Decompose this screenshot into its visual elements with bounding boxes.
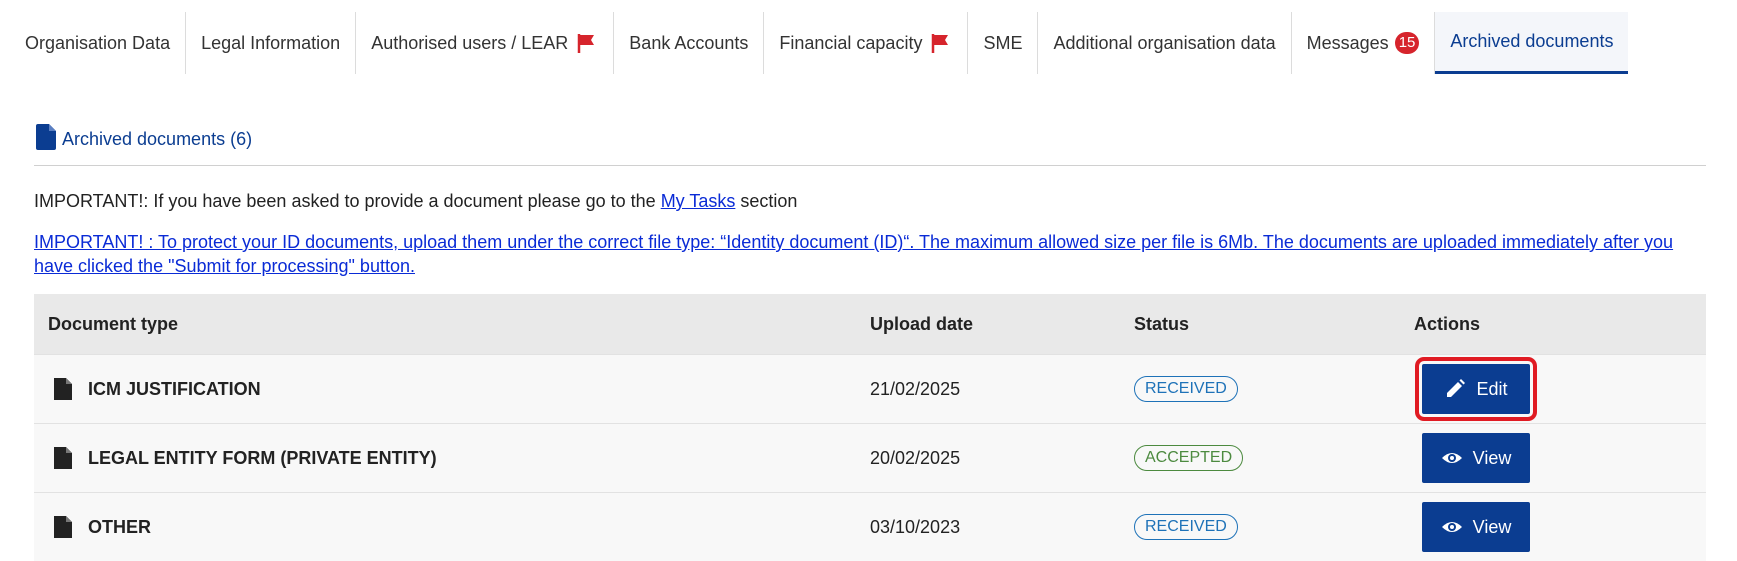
- section-title: Archived documents (6): [36, 124, 252, 150]
- tab-label: SME: [983, 32, 1023, 53]
- note-text-prefix: IMPORTANT!: If you have been asked to pr…: [34, 191, 661, 211]
- tab-additional-organisation-data[interactable]: Additional organisation data: [1038, 12, 1292, 74]
- document-type: ICM JUSTIFICATION: [88, 378, 261, 399]
- edit-button-label: Edit: [1476, 378, 1508, 399]
- status-badge: ACCEPTED: [1134, 445, 1244, 471]
- view-button-label: View: [1472, 516, 1512, 537]
- status-badge: RECEIVED: [1134, 514, 1238, 540]
- file-icon: [54, 516, 72, 538]
- tab-label: Archived documents: [1450, 31, 1614, 51]
- view-button[interactable]: View: [1422, 433, 1530, 483]
- upload-date: 21/02/2025: [870, 378, 961, 399]
- id-upload-note: IMPORTANT! : To protect your ID document…: [34, 230, 1694, 278]
- flag-icon: [578, 34, 595, 53]
- table-row: ICM JUSTIFICATION 21/02/2025 RECEIVED Ed…: [34, 354, 1706, 423]
- tab-label: Authorised users / LEAR: [371, 32, 569, 53]
- tab-label: Bank Accounts: [629, 32, 749, 53]
- tab-organisation-data[interactable]: Organisation Data: [10, 12, 187, 74]
- table-header: Document type Upload date Status Actions: [34, 294, 1706, 354]
- status-badge: RECEIVED: [1134, 376, 1238, 402]
- edit-button[interactable]: Edit: [1415, 357, 1537, 421]
- tab-authorised-users[interactable]: Authorised users / LEAR: [356, 12, 615, 74]
- tab-bar: Organisation Data Legal Information Auth…: [10, 12, 1710, 74]
- eye-icon: [1441, 522, 1462, 532]
- tab-label: Additional organisation data: [1053, 32, 1276, 53]
- tab-label: Legal Information: [201, 32, 341, 53]
- upload-date: 03/10/2023: [870, 516, 961, 537]
- section-title-text: Archived documents (6): [62, 129, 253, 149]
- file-icon: [54, 447, 72, 469]
- document-type: OTHER: [88, 516, 151, 537]
- document-icon: [36, 124, 56, 150]
- divider: [34, 165, 1706, 166]
- eye-icon: [1441, 453, 1462, 463]
- table-row: OTHER 03/10/2023 RECEIVED View: [34, 492, 1706, 561]
- view-button-label: View: [1472, 447, 1512, 468]
- tab-sme[interactable]: SME: [968, 12, 1039, 74]
- archived-documents-table: Document type Upload date Status Actions…: [34, 294, 1706, 561]
- document-type: LEGAL ENTITY FORM (PRIVATE ENTITY): [88, 447, 437, 468]
- my-tasks-link[interactable]: My Tasks: [661, 191, 736, 211]
- tab-bank-accounts[interactable]: Bank Accounts: [614, 12, 765, 74]
- tab-financial-capacity[interactable]: Financial capacity: [764, 12, 969, 74]
- id-documents-info-link[interactable]: IMPORTANT! : To protect your ID document…: [34, 232, 1673, 276]
- tab-label: Organisation Data: [25, 32, 171, 53]
- flag-icon: [932, 34, 949, 53]
- note-text-suffix: section: [735, 191, 798, 211]
- header-document-type: Document type: [48, 313, 179, 334]
- tab-messages[interactable]: Messages 15: [1292, 12, 1436, 74]
- tab-legal-information[interactable]: Legal Information: [186, 12, 357, 74]
- file-icon: [54, 378, 72, 400]
- header-status: Status: [1134, 313, 1190, 334]
- important-note: IMPORTANT!: If you have been asked to pr…: [34, 191, 797, 212]
- header-actions: Actions: [1414, 313, 1481, 334]
- tab-label: Financial capacity: [779, 32, 923, 53]
- tab-archived-documents[interactable]: Archived documents: [1435, 12, 1629, 74]
- messages-count-badge: 15: [1394, 32, 1420, 54]
- table-row: LEGAL ENTITY FORM (PRIVATE ENTITY) 20/02…: [34, 423, 1706, 492]
- header-upload-date: Upload date: [870, 313, 974, 334]
- view-button[interactable]: View: [1422, 502, 1530, 552]
- pencil-icon: [1447, 379, 1466, 397]
- upload-date: 20/02/2025: [870, 447, 961, 468]
- tab-label: Messages: [1306, 32, 1389, 53]
